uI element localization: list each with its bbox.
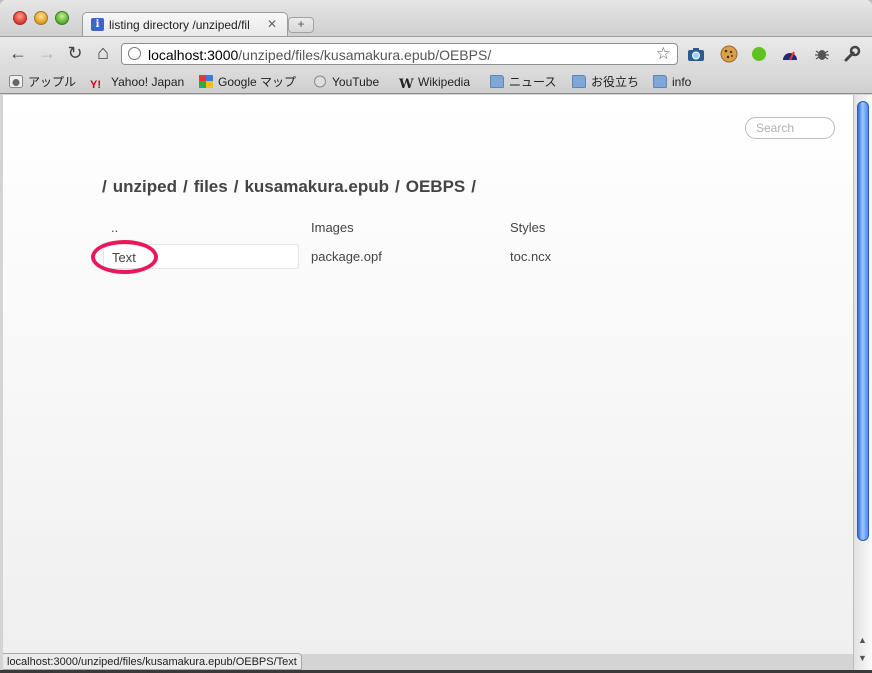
forward-arrow-icon[interactable]: → [36,43,58,63]
breadcrumb-files[interactable]: files [194,177,228,196]
page-content: / unziped / files / kusamakura.epub / OEBPS / ..… [3,95,853,654]
url-host: localhost:3000 [148,47,239,63]
file-link-toc-ncx[interactable]: toc.ncx [510,249,551,264]
green-dot-icon[interactable] [750,45,768,63]
info-icon: i [91,18,104,31]
breadcrumb-separator: / [233,177,239,196]
address-bar[interactable]: localhost:3000/unziped/files/kusamakura.… [121,43,678,65]
annotation-circle [91,240,158,274]
bookmark-label: Wikipedia [418,75,471,89]
status-bubble: localhost:3000/unziped/files/kusamakura.… [3,653,302,670]
home-icon[interactable]: ⌂ [92,43,114,63]
globe-icon [128,47,141,60]
breadcrumb-separator: / [182,177,188,196]
breadcrumb-separator: / [102,177,107,196]
reload-icon[interactable]: ↻ [64,43,86,63]
file-link-parent[interactable]: .. [111,220,118,235]
folder-icon [653,75,667,88]
toolbar: ← → ↻ ⌂ localhost:3000/unziped/files/kus… [0,36,872,70]
bookmark-yahoo[interactable]: Y! Yahoo! Japan [90,73,184,91]
bookmark-label: アップル [28,75,77,89]
breadcrumb-separator: / [471,177,477,196]
apple-icon [9,75,23,88]
bookmark-folder-info[interactable]: info [653,73,691,91]
bookmark-label: Google マップ [218,75,297,89]
scroll-down-arrow-icon[interactable]: ▼ [858,653,867,663]
close-window-button[interactable] [13,11,27,25]
bookmarks-bar: アップル Y! Yahoo! Japan Google マップ YouTube W… [0,70,872,94]
new-tab-button[interactable]: + [288,17,314,33]
bookmark-star-icon[interactable]: ☆ [656,44,671,64]
globe-icon [314,75,326,88]
speed-icon[interactable] [781,45,799,63]
bookmark-youtube[interactable]: YouTube [313,73,379,91]
yahoo-icon: Y! [90,79,101,91]
breadcrumb-oebps[interactable]: OEBPS [406,177,466,196]
breadcrumb-unziped[interactable]: unziped [113,177,177,196]
bookmark-wikipedia[interactable]: W Wikipedia [399,73,471,92]
bookmark-folder-news[interactable]: ニュース [490,73,556,91]
search-input[interactable] [745,117,835,139]
browser-window: i listing directory /unziped/fil ✕ + ← →… [0,0,872,673]
file-link-package-opf[interactable]: package.opf [311,249,382,264]
bookmark-google-maps[interactable]: Google マップ [199,73,296,91]
close-icon[interactable]: ✕ [267,17,277,31]
back-arrow-icon[interactable]: ← [7,43,29,63]
tab-strip: i listing directory /unziped/fil ✕ + [0,0,872,36]
breadcrumb-separator: / [395,177,400,196]
bookmark-label: info [672,75,692,89]
vertical-scrollbar[interactable]: ▲ ▼ [853,95,872,673]
bookmark-label: YouTube [332,75,380,89]
cookie-icon[interactable] [720,45,738,63]
bookmark-label: Yahoo! Japan [111,75,185,89]
folder-icon [490,75,504,88]
wrench-icon[interactable] [843,45,861,63]
zoom-window-button[interactable] [55,11,69,25]
tab-active[interactable]: i listing directory /unziped/fil ✕ [82,12,288,36]
tab-title: listing directory /unziped/fil [109,18,250,32]
bookmark-label: ニュース [509,75,557,89]
bug-icon[interactable] [813,45,831,63]
file-link-styles[interactable]: Styles [510,220,545,235]
scroll-up-arrow-icon[interactable]: ▲ [858,635,867,645]
bookmark-label: お役立ち [591,75,640,89]
breadcrumb: / unziped / files / kusamakura.epub / OEBPS / [102,177,482,197]
bookmark-apple[interactable]: アップル [9,73,76,91]
google-maps-icon [199,75,213,88]
breadcrumb-kusamakura[interactable]: kusamakura.epub [244,177,389,196]
minimize-window-button[interactable] [34,11,48,25]
wikipedia-icon: W [399,77,414,92]
file-link-images[interactable]: Images [311,220,354,235]
url-path: /unziped/files/kusamakura.epub/OEBPS/ [238,47,492,63]
bookmark-folder-useful[interactable]: お役立ち [572,73,639,91]
url-text[interactable]: localhost:3000/unziped/files/kusamakura.… [148,47,491,63]
scrollbar-thumb[interactable] [857,101,869,541]
folder-icon [572,75,586,88]
camera-icon[interactable] [687,45,705,63]
